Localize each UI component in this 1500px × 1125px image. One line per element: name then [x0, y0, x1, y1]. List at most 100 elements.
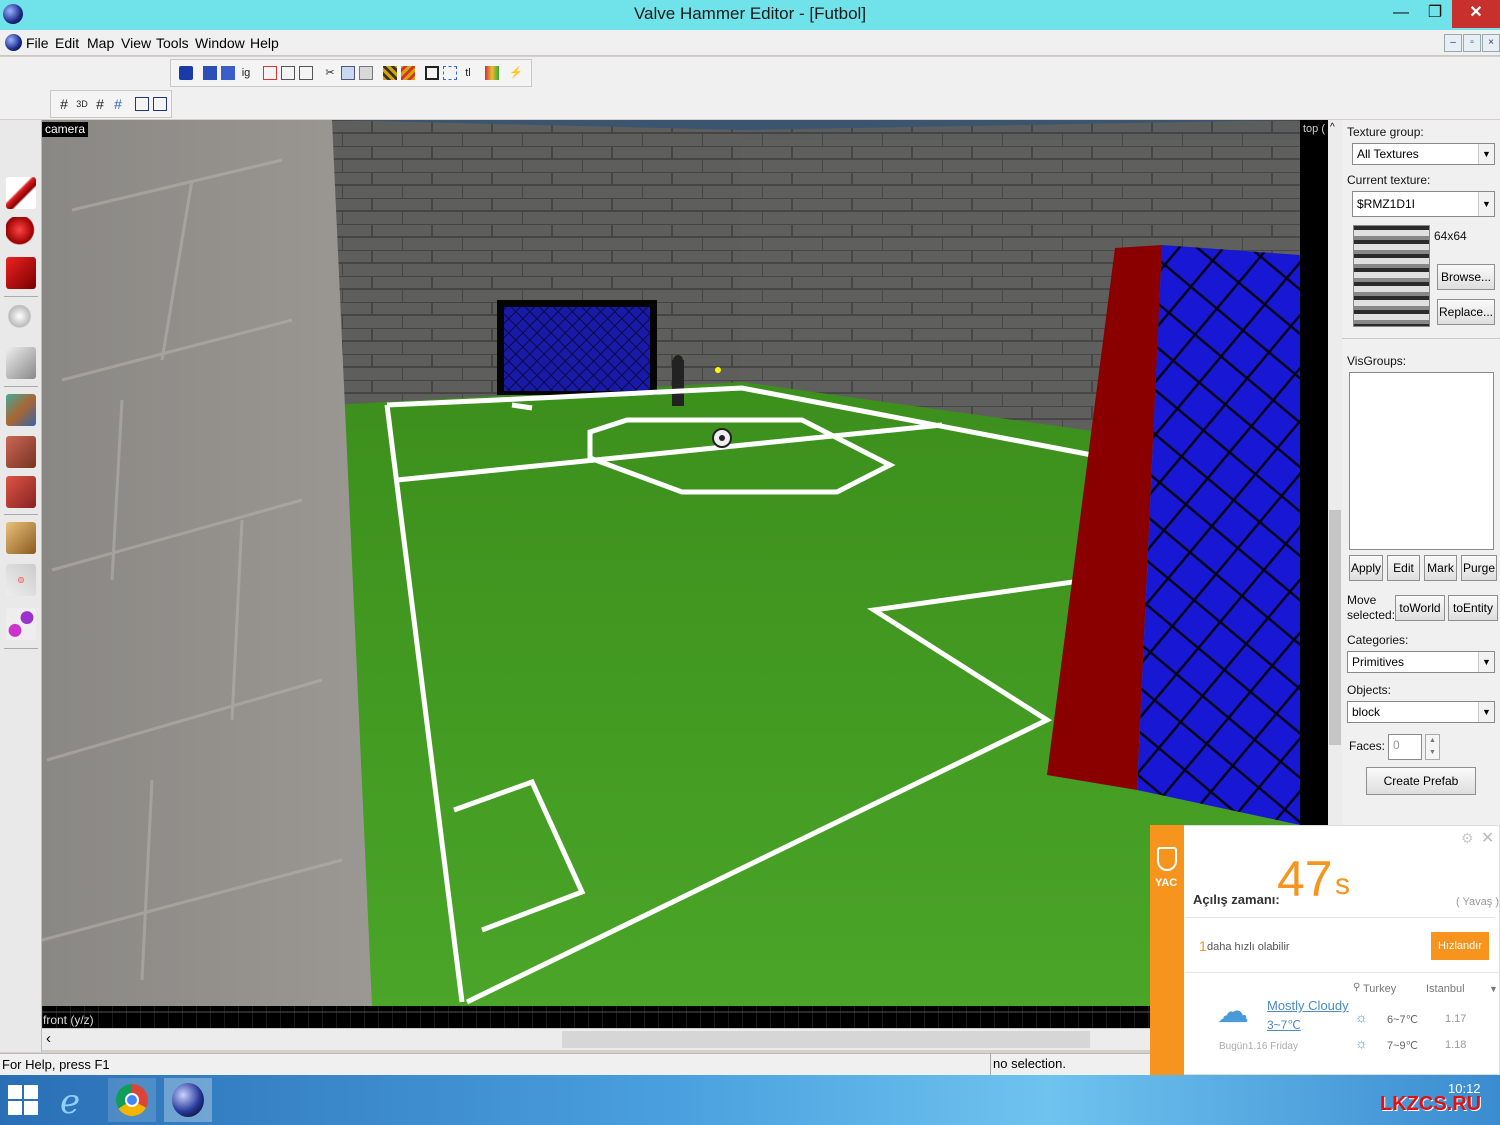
- chrome-icon[interactable]: [108, 1078, 156, 1122]
- vertex-tool-icon[interactable]: [6, 564, 36, 596]
- status-selection-text: no selection.: [990, 1053, 1150, 1075]
- camera-viewport[interactable]: [42, 120, 1300, 1006]
- menu-window[interactable]: Window: [195, 35, 245, 51]
- cut-icon[interactable]: ✂: [323, 66, 337, 80]
- boot-time-unit: s: [1335, 868, 1350, 901]
- maximize-button[interactable]: ❐: [1418, 0, 1452, 28]
- texture-preview[interactable]: [1353, 225, 1430, 327]
- texture-application-icon[interactable]: [6, 394, 36, 426]
- minimize-button[interactable]: —: [1384, 0, 1418, 28]
- palette-divider: [4, 648, 38, 649]
- internet-explorer-icon[interactable]: e: [52, 1078, 100, 1122]
- gear-icon[interactable]: ⚙: [1461, 830, 1474, 847]
- to-world-button[interactable]: toWorld: [1395, 595, 1445, 621]
- block-tool-icon[interactable]: [6, 347, 36, 379]
- chevron-down-icon[interactable]: ▼: [1478, 144, 1494, 164]
- texture-group-value: All Textures: [1357, 147, 1419, 161]
- mdi-minimize-button[interactable]: –: [1444, 34, 1462, 52]
- browse-button[interactable]: Browse...: [1437, 264, 1495, 290]
- palette-divider: [4, 514, 38, 515]
- align-icon[interactable]: [135, 97, 149, 111]
- texture-lock-icon[interactable]: [383, 66, 397, 80]
- menu-help[interactable]: Help: [250, 35, 279, 51]
- apply-button[interactable]: Apply: [1349, 555, 1383, 581]
- apply-texture-icon[interactable]: [6, 436, 36, 468]
- replace-button[interactable]: Replace...: [1437, 299, 1495, 325]
- snap-icon[interactable]: ⚡: [509, 66, 523, 80]
- menu-file[interactable]: File: [26, 35, 49, 51]
- selection-tool-icon[interactable]: [6, 177, 36, 209]
- texture-group-select[interactable]: All Textures ▼: [1352, 143, 1495, 165]
- scroll-left-arrow[interactable]: ‹: [46, 1030, 51, 1047]
- purge-button[interactable]: Purge: [1461, 555, 1497, 581]
- menu-edit[interactable]: Edit: [55, 35, 79, 51]
- ungroup-icon[interactable]: [281, 66, 295, 80]
- ignore-groups-icon[interactable]: ig: [239, 66, 253, 80]
- faces-spinner[interactable]: ▲ ▼: [1425, 734, 1440, 760]
- carve-icon[interactable]: [485, 66, 499, 80]
- camera-viewport-label[interactable]: camera: [42, 122, 89, 137]
- weather-text[interactable]: Mostly Cloudy: [1267, 998, 1349, 1013]
- hide-icon[interactable]: [299, 66, 313, 80]
- palette-divider: [4, 386, 38, 387]
- vertical-scroll-thumb[interactable]: [1329, 510, 1341, 745]
- mark-button[interactable]: Mark: [1424, 555, 1457, 581]
- create-prefab-button[interactable]: Create Prefab: [1366, 767, 1476, 795]
- categories-value: Primitives: [1352, 655, 1405, 669]
- close-button[interactable]: ✕: [1452, 0, 1500, 28]
- scroll-up-arrow[interactable]: ^: [1330, 122, 1335, 133]
- weather-city[interactable]: Istanbul: [1426, 983, 1465, 995]
- objects-select[interactable]: block ▼: [1347, 701, 1495, 723]
- chevron-down-icon[interactable]: ▼: [1478, 702, 1494, 722]
- faces-value: 0: [1393, 738, 1400, 752]
- run-map-icon[interactable]: [203, 66, 217, 80]
- document-icon[interactable]: [5, 34, 22, 51]
- group-icon[interactable]: [263, 66, 277, 80]
- visgroups-list[interactable]: [1349, 372, 1494, 550]
- edit-button[interactable]: Edit: [1387, 555, 1420, 581]
- close-icon[interactable]: ✕: [1481, 828, 1494, 848]
- selection-box-icon[interactable]: [425, 66, 439, 80]
- chevron-down-icon[interactable]: ▼: [1478, 652, 1494, 672]
- front-viewport[interactable]: [42, 1006, 1150, 1028]
- horizontal-scroll-thumb[interactable]: [562, 1031, 1090, 1048]
- front-viewport-label[interactable]: front (y/z): [43, 1013, 94, 1027]
- mdi-restore-button[interactable]: ▫: [1463, 34, 1481, 52]
- grid-3d-icon[interactable]: 3D: [75, 97, 89, 111]
- top-viewport[interactable]: [1300, 120, 1328, 825]
- toggle-labels-icon[interactable]: tl: [461, 66, 475, 80]
- path-tool-icon[interactable]: [6, 608, 36, 640]
- smaller-grid-icon[interactable]: #: [93, 97, 107, 111]
- weather-temp[interactable]: 3~7℃: [1267, 1018, 1301, 1032]
- select-by-handle-icon[interactable]: [443, 66, 457, 80]
- texture-scale-icon[interactable]: [401, 66, 415, 80]
- menu-map[interactable]: Map: [87, 35, 114, 51]
- open-icon[interactable]: [179, 66, 193, 80]
- hammer-editor-taskbar-icon[interactable]: [164, 1078, 212, 1122]
- current-texture-select[interactable]: $RMZ1D1I ▼: [1352, 191, 1495, 217]
- larger-grid-icon[interactable]: #: [111, 97, 125, 111]
- grid-icon[interactable]: #: [57, 97, 71, 111]
- menu-view[interactable]: View: [121, 35, 151, 51]
- speedup-button[interactable]: Hızlandır: [1431, 932, 1489, 960]
- divider: [1185, 972, 1500, 973]
- flip-icon[interactable]: [153, 97, 167, 111]
- entity-tool-icon[interactable]: [6, 305, 36, 337]
- clipping-tool-icon[interactable]: [6, 522, 36, 554]
- top-viewport-label[interactable]: top (: [1303, 123, 1325, 135]
- windows-start-icon[interactable]: [8, 1085, 38, 1115]
- chevron-down-icon[interactable]: ▼: [1478, 192, 1494, 216]
- apply-decal-icon[interactable]: [6, 476, 36, 508]
- compile-icon[interactable]: [221, 66, 235, 80]
- paste-icon[interactable]: [359, 66, 373, 80]
- magnify-tool-icon[interactable]: [6, 217, 36, 249]
- chevron-down-icon[interactable]: ▼: [1489, 984, 1498, 994]
- weather-country[interactable]: Turkey: [1363, 983, 1396, 995]
- categories-select[interactable]: Primitives ▼: [1347, 651, 1495, 673]
- camera-tool-icon[interactable]: [6, 257, 36, 289]
- menu-tools[interactable]: Tools: [156, 35, 189, 51]
- mdi-close-button[interactable]: ×: [1482, 34, 1500, 52]
- copy-icon[interactable]: [341, 66, 355, 80]
- faces-input[interactable]: 0: [1388, 734, 1422, 760]
- to-entity-button[interactable]: toEntity: [1448, 595, 1498, 621]
